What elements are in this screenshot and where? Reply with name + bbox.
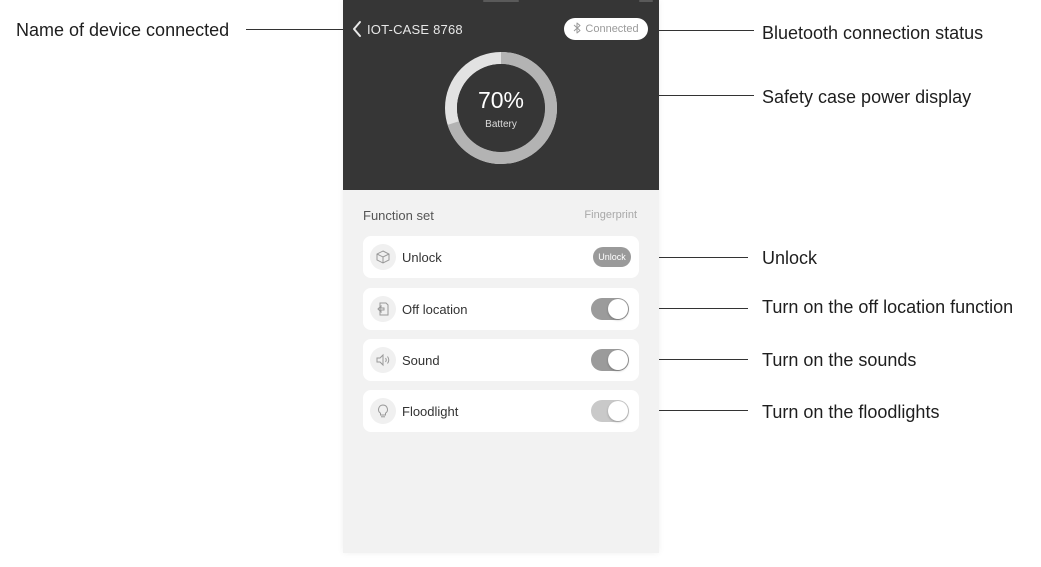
lightbulb-icon [370, 398, 396, 424]
function-label-floodlight: Floodlight [402, 403, 459, 419]
annotation-floodlights: Turn on the floodlights [762, 402, 940, 422]
battery-percent: 70% [477, 86, 525, 113]
function-row-floodlight: Floodlight [363, 390, 639, 432]
function-set-title: Function set [363, 207, 434, 223]
location-off-icon [370, 296, 396, 322]
fingerprint-link[interactable]: Fingerprint [584, 209, 637, 221]
back-button[interactable]: IOT-CASE 8768 [351, 18, 463, 40]
function-row-unlock: Unlock Unlock [363, 236, 639, 278]
annotation-off-location: Turn on the off location function [762, 297, 1014, 317]
toggle-knob [608, 401, 628, 421]
chevron-left-icon [351, 20, 363, 38]
battery-label: Battery [485, 118, 517, 130]
unlock-button[interactable]: Unlock [593, 247, 631, 267]
device-header: IOT-CASE 8768 Connected 70% Battery [343, 0, 659, 190]
speaker-icon [370, 347, 396, 373]
function-label-sound: Sound [402, 352, 440, 368]
off-location-toggle[interactable] [591, 298, 629, 320]
device-name: IOT-CASE 8768 [367, 21, 463, 37]
phone-screen: IOT-CASE 8768 Connected 70% Battery Func… [343, 0, 659, 553]
floodlight-toggle[interactable] [591, 400, 629, 422]
connection-status-text: Connected [585, 23, 639, 35]
function-row-sound: Sound [363, 339, 639, 381]
status-bar [343, 0, 659, 6]
annotation-sounds: Turn on the sounds [762, 350, 917, 370]
annotation-power-display: Safety case power display [762, 87, 972, 107]
function-label-off-location: Off location [402, 301, 468, 317]
annotation-unlock: Unlock [762, 248, 818, 268]
function-label-unlock: Unlock [402, 249, 442, 265]
toggle-knob [608, 299, 628, 319]
function-row-off-location: Off location [363, 288, 639, 330]
connection-status-badge: Connected [564, 18, 648, 40]
toggle-knob [608, 350, 628, 370]
annotation-device-name: Name of device connected [16, 20, 230, 40]
annotation-bluetooth-status: Bluetooth connection status [762, 23, 984, 43]
function-section-header: Function set Fingerprint [363, 205, 637, 225]
bluetooth-icon [573, 22, 585, 37]
sound-toggle[interactable] [591, 349, 629, 371]
leader-line-bluetooth-status [645, 30, 754, 31]
leader-line-device-name [246, 29, 350, 30]
battery-readout: 70% Battery [443, 50, 559, 166]
unlock-box-icon [370, 244, 396, 270]
